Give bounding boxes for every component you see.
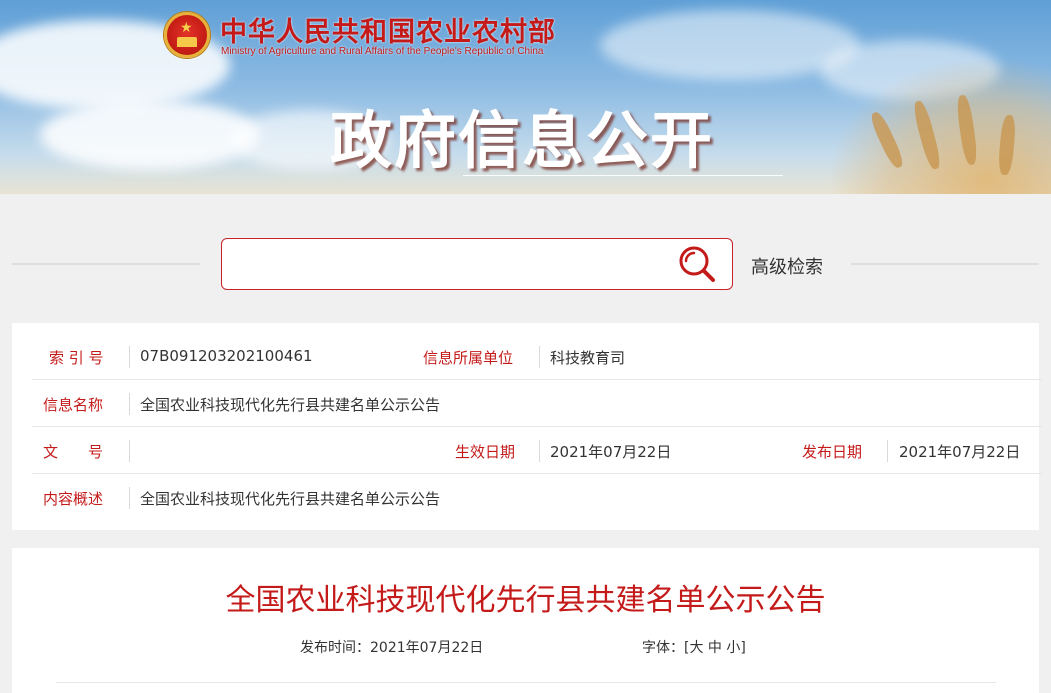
- info-panel: 索 引 号 07B091203202100461 信息所属单位 科技教育司 信息…: [12, 323, 1042, 530]
- national-emblem-icon: ★: [164, 12, 210, 58]
- name-label: 信息名称: [43, 396, 104, 414]
- row-separator: [129, 440, 130, 462]
- article-title: 全国农业科技现代化先行县共建名单公示公告: [225, 583, 826, 618]
- section-title: 政府信息公开: [330, 104, 715, 177]
- search-icon[interactable]: [676, 243, 716, 283]
- font-size-controls: 字体：[大 中 小]: [642, 637, 746, 657]
- search-box[interactable]: [221, 238, 733, 290]
- effective-date-label: 生效日期: [455, 443, 516, 461]
- publish-date-label: 发布日期: [802, 443, 863, 461]
- font-large-button[interactable]: 大: [689, 640, 703, 656]
- search-divider-right: [851, 263, 1039, 265]
- info-row-doc: 文 号 生效日期 2021年07月22日 发布日期 2021年07月22日: [32, 428, 1042, 474]
- effective-date-value: 2021年07月22日: [550, 443, 672, 461]
- advanced-search-link[interactable]: 高级检索: [751, 253, 823, 279]
- publish-time-value: 2021年07月22日: [370, 640, 484, 656]
- publish-date-value: 2021年07月22日: [899, 443, 1021, 461]
- ministry-name-en: Ministry of Agriculture and Rural Affair…: [221, 46, 544, 57]
- font-size-label: 字体：: [642, 640, 684, 656]
- summary-label: 内容概述: [43, 490, 104, 508]
- ministry-name-cn: 中华人民共和国农业农村部: [220, 17, 556, 48]
- row-separator: [129, 487, 130, 509]
- info-row-summary: 内容概述 全国农业科技现代化先行县共建名单公示公告: [32, 475, 1042, 521]
- doc-number-label: 文 号: [43, 443, 104, 461]
- summary-value: 全国农业科技现代化先行县共建名单公示公告: [140, 490, 441, 508]
- search-input[interactable]: [230, 247, 670, 281]
- header-banner: ★ 中华人民共和国农业农村部 Ministry of Agriculture a…: [0, 0, 1051, 194]
- font-small-button[interactable]: 小: [726, 640, 740, 656]
- search-divider-left: [12, 263, 200, 265]
- row-separator: [129, 346, 130, 368]
- index-label: 索 引 号: [49, 349, 104, 367]
- unit-value: 科技教育司: [550, 349, 626, 367]
- article-panel: [12, 548, 1039, 693]
- wheat-decoration: [831, 60, 1051, 194]
- font-medium-button[interactable]: 中: [708, 640, 722, 656]
- index-value: 07B091203202100461: [140, 347, 313, 365]
- font-bracket-close: ]: [740, 640, 746, 656]
- name-value: 全国农业科技现代化先行县共建名单公示公告: [140, 396, 441, 414]
- publish-time-label: 发布时间：: [300, 640, 370, 656]
- article-divider: [56, 682, 996, 683]
- row-separator: [539, 440, 540, 462]
- title-underline: [463, 175, 783, 176]
- cloud-decoration: [40, 100, 260, 170]
- row-separator: [129, 393, 130, 415]
- row-separator: [887, 440, 888, 462]
- row-separator: [539, 346, 540, 368]
- unit-label: 信息所属单位: [423, 349, 514, 367]
- info-row-name: 信息名称 全国农业科技现代化先行县共建名单公示公告: [32, 381, 1042, 427]
- publish-time: 发布时间：2021年07月22日: [300, 637, 483, 657]
- info-row-index: 索 引 号 07B091203202100461 信息所属单位 科技教育司: [32, 334, 1042, 380]
